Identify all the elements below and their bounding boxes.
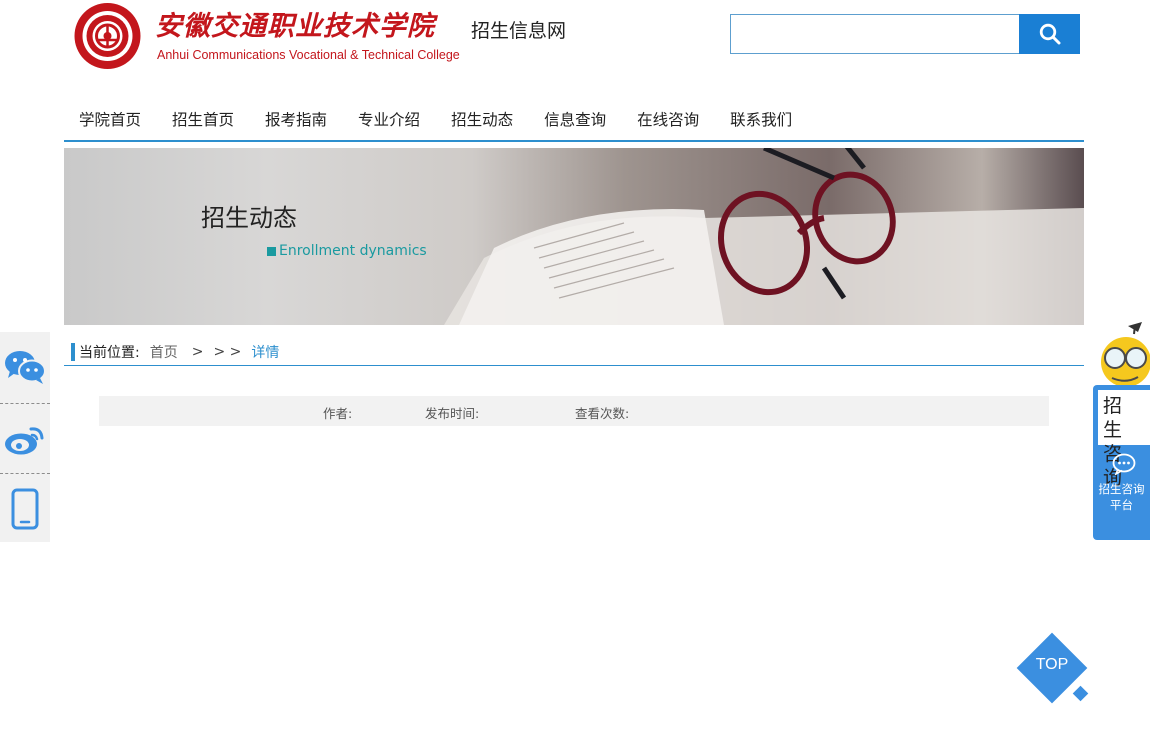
banner-title: 招生动态 [201, 204, 297, 232]
mobile-button[interactable] [0, 474, 50, 544]
breadcrumb-separator: > > [213, 343, 242, 360]
consult-label-line1: 招 生 [1103, 395, 1127, 441]
social-sidebar [0, 332, 50, 542]
chat-bubble-icon [1112, 453, 1136, 475]
banner-subtitle: Enrollment dynamics [267, 243, 427, 259]
back-to-top-label[interactable]: TOP [1027, 656, 1077, 674]
search-icon [1039, 23, 1060, 45]
college-name-cn: 安徽交通职业技术学院 [155, 11, 435, 42]
section-banner: 招生动态 Enrollment dynamics [64, 148, 1084, 325]
nav-item-admissions-home[interactable]: 招生首页 [172, 104, 234, 140]
back-to-top-accent [1072, 685, 1089, 702]
nav-item-enrollment-news[interactable]: 招生动态 [451, 104, 513, 140]
nav-item-contact-us[interactable]: 联系我们 [730, 104, 792, 140]
wechat-button[interactable] [0, 332, 50, 402]
breadcrumb-separator: > [191, 343, 204, 360]
consult-platform-label: 招生咨询 平台 [1093, 481, 1150, 513]
mobile-icon [11, 488, 39, 530]
mascot-icon[interactable] [1098, 320, 1150, 387]
nav-item-college-home[interactable]: 学院首页 [79, 104, 141, 140]
square-bullet-icon [267, 246, 276, 256]
weibo-button[interactable] [0, 404, 50, 474]
view-count-label: 查看次数: [575, 406, 630, 421]
nav-item-online-consult[interactable]: 在线咨询 [637, 104, 699, 140]
author-label: 作者: [323, 406, 353, 421]
consult-label: 招 生 咨 询 [1098, 390, 1150, 489]
nav-item-majors[interactable]: 专业介绍 [358, 104, 420, 140]
banner-glasses-illustration [444, 148, 1084, 325]
nav-item-application-guide[interactable]: 报考指南 [265, 104, 327, 140]
search-button[interactable] [1019, 14, 1080, 54]
article-meta-bar: 作者: 发布时间: 查看次数: [99, 396, 1049, 426]
search-input[interactable] [730, 14, 1020, 54]
weibo-icon [5, 427, 44, 455]
breadcrumb-label: 当前位置: [79, 344, 140, 361]
publish-time-label: 发布时间: [425, 406, 480, 421]
consult-platform-line1: 招生咨询 [1098, 482, 1145, 496]
breadcrumb: 当前位置: 首页 > > > 详情 [64, 338, 1084, 366]
site-name: 招生信息网 [471, 20, 567, 42]
college-name-en: Anhui Communications Vocational & Techni… [157, 48, 460, 62]
wechat-icon [5, 351, 46, 384]
main-nav: 学院首页 招生首页 报考指南 专业介绍 招生动态 信息查询 在线咨询 联系我们 [64, 104, 1084, 142]
breadcrumb-home-link[interactable]: 首页 [150, 342, 178, 362]
banner-subtitle-text: Enrollment dynamics [279, 243, 427, 259]
breadcrumb-current: 详情 [251, 344, 280, 361]
breadcrumb-marker [71, 342, 75, 361]
consult-platform-line2: 平台 [1110, 498, 1133, 512]
college-seal-logo[interactable] [72, 2, 143, 70]
admission-consult-widget[interactable]: 招 生 咨 询 招生咨询 平台 [1093, 385, 1150, 540]
nav-item-info-query[interactable]: 信息查询 [544, 104, 606, 140]
page: 安徽交通职业技术学院 招生信息网 Anhui Communications Vo… [0, 0, 1150, 750]
